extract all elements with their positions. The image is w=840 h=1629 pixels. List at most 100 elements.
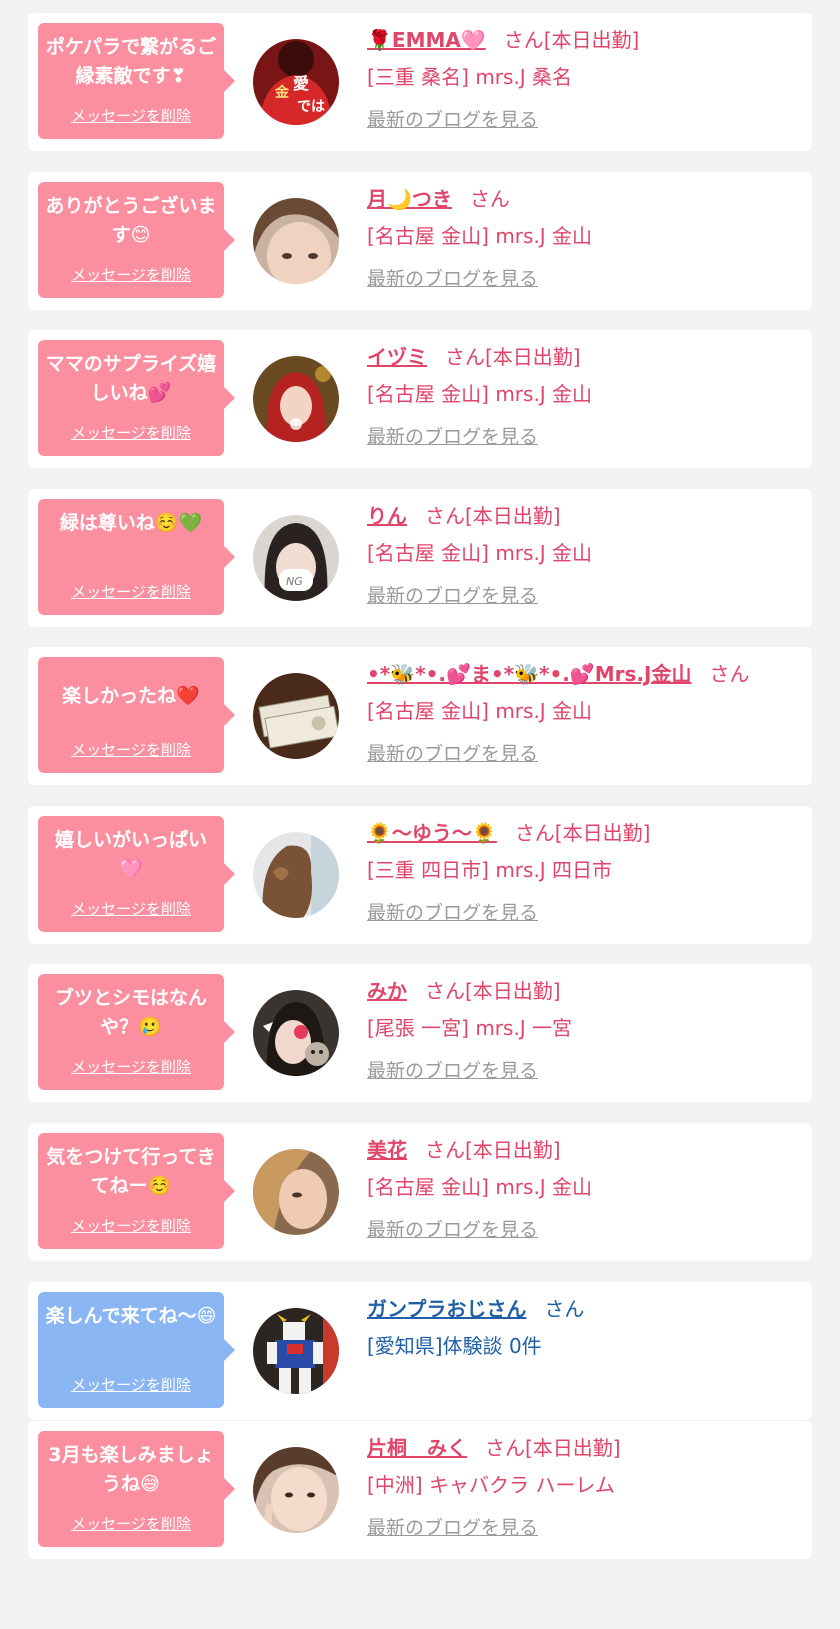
message-card: 緑は尊いね☺️💚 メッセージを削除 NG りん さん[本日出勤] [名古屋 金山]… [28,489,812,627]
message-bubble: ありがとうございます😊 メッセージを削除 [38,182,235,298]
shop-label: [尾張 一宮] mrs.J 一宮 [367,1016,573,1040]
message-text: ありがとうございます😊 [45,195,217,246]
avatar[interactable] [253,1149,339,1235]
delete-message-link[interactable]: メッセージを削除 [44,264,218,285]
shop-label: [名古屋 金山] mrs.J 金山 [367,382,593,406]
profile-info: •*🐝*•.💕ま•*🐝*•.💕Mrs.J金山 さん [名古屋 金山] mrs.J … [367,657,802,766]
delete-message-link[interactable]: メッセージを削除 [44,739,218,760]
status-text: さん[本日出勤] [514,821,651,845]
status-text: さん[本日出勤] [485,1436,621,1460]
message-card: 3月も楽しみましょうね😅 メッセージを削除 片桐 みく さん[本日出勤] [中洲]… [28,1421,812,1559]
profile-name-link[interactable]: りん [367,504,407,528]
svg-text:愛: 愛 [293,74,309,93]
profile-info: 美花 さん[本日出勤] [名古屋 金山] mrs.J 金山 最新のブログを見る [367,1133,802,1242]
message-bubble: 気をつけて行ってきてねー☺️ メッセージを削除 [38,1133,235,1249]
avatar[interactable] [253,673,339,759]
name-line: 月🌙つき さん [367,182,802,216]
profile-name-link[interactable]: イヅミ [367,345,427,369]
profile-info: 🌻〜ゆう〜🌻 さん[本日出勤] [三重 四日市] mrs.J 四日市 最新のブログ… [367,816,802,925]
latest-blog-link[interactable]: 最新のブログを見る [367,264,538,291]
profile-name-link[interactable]: 片桐 みく [367,1436,467,1460]
message-card: 嬉しいがいっぱい🩷 メッセージを削除 🌻〜ゆう〜🌻 さん[本日出勤] [三重 四日… [28,806,812,944]
message-bubble: ママのサプライズ嬉しいね💕 メッセージを削除 [38,340,235,456]
name-line: りん さん[本日出勤] [367,499,802,533]
status-text: さん[本日出勤] [425,979,561,1003]
message-text: 楽しかったね❤️ [62,684,200,707]
profile-name-link[interactable]: ガンプラおじさん [367,1297,526,1321]
latest-blog-link[interactable]: 最新のブログを見る [367,1056,538,1083]
message-text: 3月も楽しみましょうね😅 [48,1444,214,1495]
message-bubble: ポケパラで繋がるご縁素敵です❣ メッセージを削除 [38,23,235,139]
latest-blog-link[interactable]: 最新のブログを見る [367,1513,538,1540]
profile-name-link[interactable]: 🌹EMMA🩷 [367,28,486,52]
latest-blog-link[interactable]: 最新のブログを見る [367,422,538,449]
delete-message-link[interactable]: メッセージを削除 [44,898,218,919]
shop-label: [愛知県]体験談 0件 [367,1334,542,1358]
shop-label: [三重 四日市] mrs.J 四日市 [367,858,613,882]
name-line: 美花 さん[本日出勤] [367,1133,802,1167]
message-bubble: 3月も楽しみましょうね😅 メッセージを削除 [38,1431,235,1547]
shop-label: [名古屋 金山] mrs.J 金山 [367,541,593,565]
message-bubble: 楽しかったね❤️ メッセージを削除 [38,657,235,773]
avatar[interactable] [253,1308,339,1394]
name-line: ガンプラおじさん さん [367,1292,802,1326]
latest-blog-link[interactable]: 最新のブログを見る [367,898,538,925]
profile-name-link[interactable]: •*🐝*•.💕ま•*🐝*•.💕Mrs.J金山 [367,662,691,686]
profile-name-link[interactable]: 月🌙つき [367,187,452,211]
avatar[interactable] [253,356,339,442]
message-text: ブツとシモはなんや？🥲 [54,987,207,1038]
profile-name-link[interactable]: みか [367,979,407,1003]
status-text: さん[本日出勤] [503,28,640,52]
message-card: ありがとうございます😊 メッセージを削除 月🌙つき さん [名古屋 金山] mrs… [28,172,812,310]
delete-message-link[interactable]: メッセージを削除 [44,1513,218,1534]
avatar[interactable] [253,832,339,918]
svg-text:NG: NG [286,575,303,588]
message-text: 嬉しいがいっぱい🩷 [54,829,207,880]
delete-message-link[interactable]: メッセージを削除 [44,105,218,126]
profile-info: 月🌙つき さん [名古屋 金山] mrs.J 金山 最新のブログを見る [367,182,802,291]
message-text: 気をつけて行ってきてねー☺️ [46,1146,216,1197]
latest-blog-link[interactable]: 最新のブログを見る [367,581,538,608]
message-card: ママのサプライズ嬉しいね💕 メッセージを削除 イヅミ さん[本日出勤] [名古屋 … [28,330,812,468]
message-bubble: 楽しんで来てね〜😄 メッセージを削除 [38,1292,235,1408]
delete-message-link[interactable]: メッセージを削除 [44,1374,218,1395]
profile-name-link[interactable]: 美花 [367,1138,407,1162]
profile-name-link[interactable]: 🌻〜ゆう〜🌻 [367,821,497,845]
profile-info: イヅミ さん[本日出勤] [名古屋 金山] mrs.J 金山 最新のブログを見る [367,340,802,449]
status-text: さん [709,662,750,686]
name-line: 🌹EMMA🩷 さん[本日出勤] [367,23,802,57]
status-text: さん [469,187,510,211]
avatar[interactable]: 金愛では [253,39,339,125]
delete-message-link[interactable]: メッセージを削除 [44,1056,218,1077]
shop-label: [名古屋 金山] mrs.J 金山 [367,1175,593,1199]
latest-blog-link[interactable]: 最新のブログを見る [367,105,538,132]
status-text: さん[本日出勤] [425,1138,561,1162]
avatar[interactable]: NG [253,515,339,601]
message-card: ブツとシモはなんや？🥲 メッセージを削除 みか さん[本日出勤] [尾張 一宮] … [28,964,812,1102]
shop-label: [名古屋 金山] mrs.J 金山 [367,699,593,723]
delete-message-link[interactable]: メッセージを削除 [44,1215,218,1236]
message-text: 楽しんで来てね〜😄 [45,1305,217,1327]
latest-blog-link[interactable]: 最新のブログを見る [367,739,538,766]
svg-text:金: 金 [274,84,290,101]
message-bubble: ブツとシモはなんや？🥲 メッセージを削除 [38,974,235,1090]
avatar[interactable] [253,198,339,284]
name-line: 🌻〜ゆう〜🌻 さん[本日出勤] [367,816,802,850]
avatar[interactable] [253,990,339,1076]
shop-label: [三重 桑名] mrs.J 桑名 [367,65,573,89]
message-card: ポケパラで繋がるご縁素敵です❣ メッセージを削除 金愛では 🌹EMMA🩷 さん[本… [28,13,812,151]
latest-blog-link[interactable]: 最新のブログを見る [367,1215,538,1242]
shop-label: [名古屋 金山] mrs.J 金山 [367,224,593,248]
profile-info: 🌹EMMA🩷 さん[本日出勤] [三重 桑名] mrs.J 桑名 最新のブログを見… [367,23,802,132]
name-line: 片桐 みく さん[本日出勤] [367,1431,802,1465]
shop-label: [中洲] キャバクラ ハーレム [367,1473,615,1497]
svg-text:では: では [297,99,325,115]
message-card: 気をつけて行ってきてねー☺️ メッセージを削除 美花 さん[本日出勤] [名古屋 … [28,1123,812,1261]
delete-message-link[interactable]: メッセージを削除 [44,422,218,443]
message-bubble: 嬉しいがいっぱい🩷 メッセージを削除 [38,816,235,932]
avatar[interactable] [253,1447,339,1533]
profile-info: みか さん[本日出勤] [尾張 一宮] mrs.J 一宮 最新のブログを見る [367,974,802,1083]
message-card: 楽しんで来てね〜😄 メッセージを削除 ガンプラおじさん さん [愛知県]体験談 0… [28,1282,812,1420]
delete-message-link[interactable]: メッセージを削除 [44,581,218,602]
message-text: 緑は尊いね☺️💚 [59,512,203,534]
